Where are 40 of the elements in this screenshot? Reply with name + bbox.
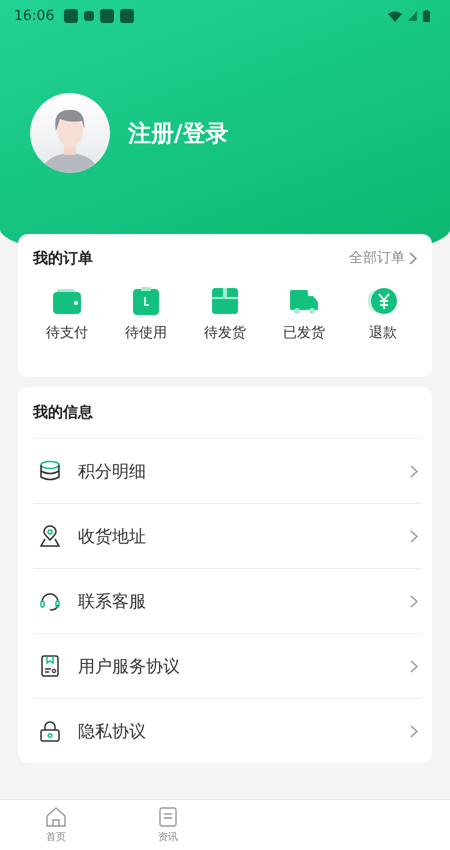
section-title: 我的订单 [33,248,94,268]
map-pin-icon [39,525,61,547]
notification-icon [64,9,78,23]
order-status-item[interactable]: 已发货 [272,286,336,342]
document-icon [39,655,61,677]
wifi-icon [388,10,402,22]
chevron-right-icon [410,660,418,672]
order-status-item[interactable]: 待发货 [193,286,257,342]
signal-icon [408,11,417,21]
tab-item[interactable]: 资讯 [112,800,224,850]
menu-item[interactable]: 用户服务协议 [78,654,393,678]
notification-icon [100,9,114,23]
chevron-right-icon [410,724,418,738]
menu-item[interactable]: 收货地址 [78,524,393,548]
section-title: 我的信息 [33,403,94,422]
order-status-item[interactable]: 待使用 [114,286,178,342]
chevron-right-icon [410,594,418,608]
notification-icon [84,11,94,21]
avatar-icon [30,93,110,173]
chevron-right-icon [409,252,417,264]
all-orders-link[interactable]: 全部订单 [349,249,405,267]
tab-item[interactable]: 首页 [0,800,112,850]
news-icon [157,806,179,828]
home-icon [45,806,67,828]
wallet-icon [52,286,82,316]
notification-icon [120,9,134,23]
order-status-item[interactable]: 退款 [351,286,415,342]
menu-item[interactable]: 联系客服 [78,590,393,612]
menu-item[interactable]: 积分明细 [78,460,393,482]
clock-icon [131,286,161,316]
lock-icon [39,720,61,742]
chevron-right-icon [410,464,418,478]
status-time: 16:06 [14,8,54,24]
order-status-item[interactable]: 待支付 [35,286,99,342]
coin-stack-icon [39,460,61,482]
menu-item[interactable]: 隐私协议 [78,720,393,742]
box-icon [210,286,240,316]
yen-coin-icon [368,286,398,316]
chevron-right-icon [410,530,418,542]
battery-icon [423,10,430,22]
